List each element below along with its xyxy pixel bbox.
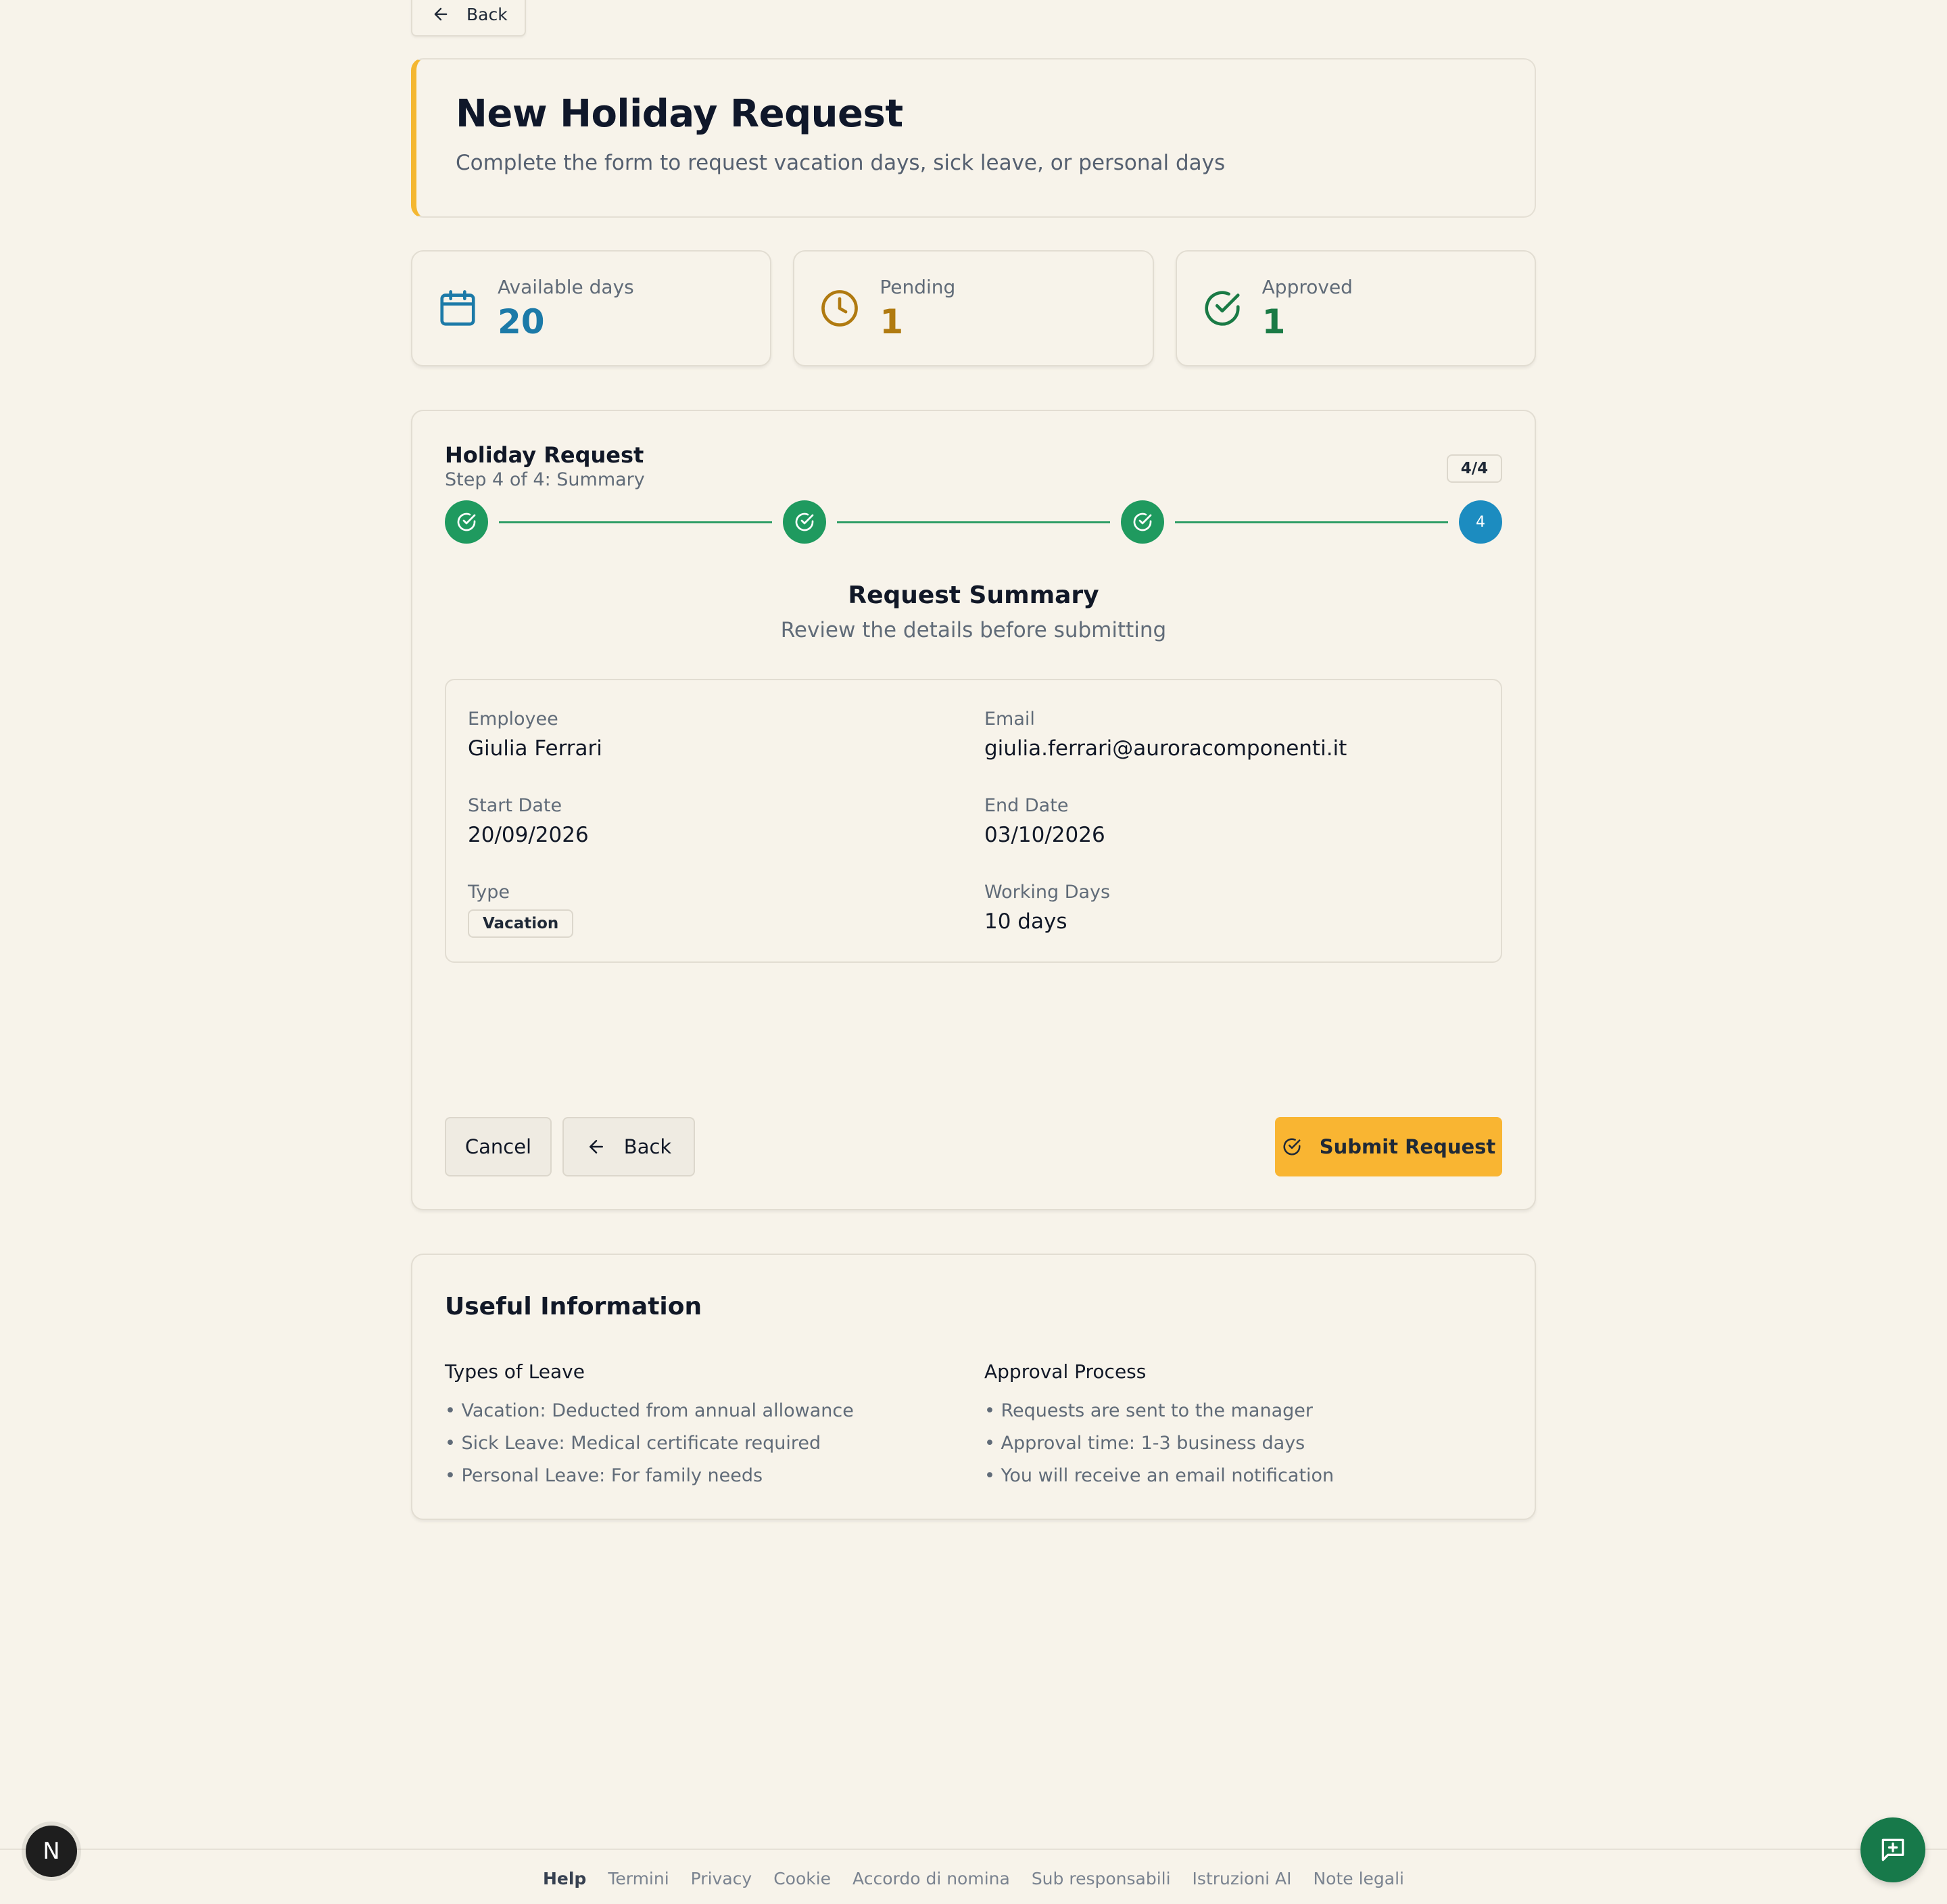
- types-of-leave: Types of Leave • Vacation: Deducted from…: [445, 1360, 854, 1492]
- check-circle-icon: [1283, 1138, 1301, 1156]
- footer-link-sub-responsabili[interactable]: Sub responsabili: [1032, 1869, 1171, 1888]
- cancel-label: Cancel: [464, 1135, 532, 1158]
- wizard-card: Holiday Request Step 4 of 4: Summary 4/4…: [411, 410, 1536, 1210]
- step-connector: [1175, 521, 1448, 523]
- submit-label: Submit Request: [1319, 1135, 1496, 1158]
- detail-label: Type: [468, 882, 510, 903]
- submit-request-button[interactable]: Submit Request: [1275, 1117, 1502, 1176]
- footer-link-termini[interactable]: Termini: [608, 1869, 669, 1888]
- detail-label: Working Days: [984, 882, 1111, 903]
- stat-label: Pending: [880, 275, 956, 298]
- footer-link-accordo[interactable]: Accordo di nomina: [852, 1869, 1010, 1888]
- clock-icon: [821, 290, 859, 327]
- header-card: New Holiday Request Complete the form to…: [411, 58, 1536, 218]
- detail-type: Type Vacation: [468, 882, 574, 938]
- calendar-icon: [440, 290, 475, 326]
- check-circle-icon: [795, 513, 814, 531]
- list-item: • Approval time: 1-3 business days: [984, 1433, 1305, 1454]
- detail-start-date: Start Date 20/09/2026: [468, 795, 589, 847]
- stat-value: 1: [880, 302, 904, 341]
- stat-label: Available days: [498, 275, 634, 298]
- type-badge: Vacation: [468, 909, 574, 938]
- step-badge: 4/4: [1447, 454, 1502, 483]
- footer-link-help[interactable]: Help: [543, 1869, 586, 1888]
- footer-links: Help Termini Privacy Cookie Accordo di n…: [0, 1869, 1947, 1888]
- arrow-left-icon: [589, 1140, 603, 1153]
- detail-value: 20/09/2026: [468, 823, 589, 847]
- detail-label: Email: [984, 709, 1035, 730]
- stepper: 4: [445, 500, 1502, 545]
- summary-title: Request Summary: [848, 581, 1099, 609]
- top-back-label: Back: [466, 4, 508, 24]
- detail-label: Employee: [468, 709, 558, 730]
- back-button[interactable]: Back: [562, 1117, 695, 1176]
- summary-details: Employee Giulia Ferrari Email giulia.fer…: [445, 679, 1502, 963]
- n-logo-button[interactable]: N: [26, 1826, 77, 1877]
- stat-value: 1: [1261, 302, 1286, 341]
- stat-label: Approved: [1261, 275, 1353, 298]
- list-item: • Requests are sent to the manager: [984, 1400, 1313, 1421]
- step-connector: [837, 521, 1110, 523]
- step-1-complete: [445, 500, 488, 544]
- list-item: • You will receive an email notification: [984, 1465, 1335, 1486]
- detail-value: giulia.ferrari@auroracomponenti.it: [984, 736, 1347, 761]
- step-2-complete: [783, 500, 826, 544]
- stat-approved: Approved 1: [1175, 250, 1536, 366]
- footer-link-istruzioni-ai[interactable]: Istruzioni AI: [1193, 1869, 1292, 1888]
- detail-end-date: End Date 03/10/2026: [984, 795, 1105, 847]
- list-item: • Vacation: Deducted from annual allowan…: [445, 1400, 854, 1421]
- detail-value: Giulia Ferrari: [468, 736, 602, 761]
- step-connector: [499, 521, 772, 523]
- stat-pending: Pending 1: [793, 250, 1154, 366]
- chat-button[interactable]: [1860, 1817, 1925, 1882]
- detail-value: 10 days: [984, 909, 1067, 934]
- top-back-button[interactable]: Back: [411, 0, 526, 37]
- list-item: • Sick Leave: Medical certificate requir…: [445, 1433, 821, 1454]
- footer-link-note-legali[interactable]: Note legali: [1313, 1869, 1404, 1888]
- chat-plus-icon: [1881, 1838, 1904, 1861]
- detail-email: Email giulia.ferrari@auroracomponenti.it: [984, 709, 1347, 761]
- stat-value: 20: [498, 302, 545, 341]
- footer-divider: [0, 1849, 1947, 1850]
- stat-available-days: Available days 20: [411, 250, 772, 366]
- stats-row: Available days 20 Pending 1 Approved 1: [411, 250, 1536, 366]
- info-title: Useful Information: [445, 1293, 702, 1320]
- arrow-left-icon: [434, 7, 448, 21]
- detail-working-days: Working Days 10 days: [984, 882, 1110, 934]
- footer-link-cookie[interactable]: Cookie: [773, 1869, 831, 1888]
- detail-label: Start Date: [468, 795, 562, 816]
- detail-value: 03/10/2026: [984, 823, 1105, 847]
- useful-information-card: Useful Information Types of Leave • Vaca…: [411, 1254, 1536, 1520]
- cancel-button[interactable]: Cancel: [445, 1117, 552, 1176]
- approval-process: Approval Process • Requests are sent to …: [984, 1360, 1334, 1492]
- wizard-title: Holiday Request: [445, 442, 644, 468]
- step-4-current: 4: [1459, 500, 1502, 544]
- detail-employee: Employee Giulia Ferrari: [468, 709, 602, 761]
- footer-link-privacy[interactable]: Privacy: [691, 1869, 752, 1888]
- summary-subtitle: Review the details before submitting: [780, 618, 1167, 642]
- list-item: • Personal Leave: For family needs: [445, 1465, 763, 1486]
- wizard-subtitle: Step 4 of 4: Summary: [445, 469, 645, 490]
- page-subtitle: Complete the form to request vacation da…: [456, 151, 1226, 175]
- check-circle-icon: [1133, 513, 1152, 531]
- detail-label: End Date: [984, 795, 1069, 816]
- check-circle-icon: [457, 513, 476, 531]
- back-label: Back: [623, 1135, 672, 1158]
- page-title: New Holiday Request: [456, 92, 903, 136]
- check-circle-icon: [1205, 291, 1240, 326]
- step-3-complete: [1121, 500, 1164, 544]
- approval-title: Approval Process: [984, 1360, 1147, 1383]
- types-title: Types of Leave: [445, 1360, 585, 1383]
